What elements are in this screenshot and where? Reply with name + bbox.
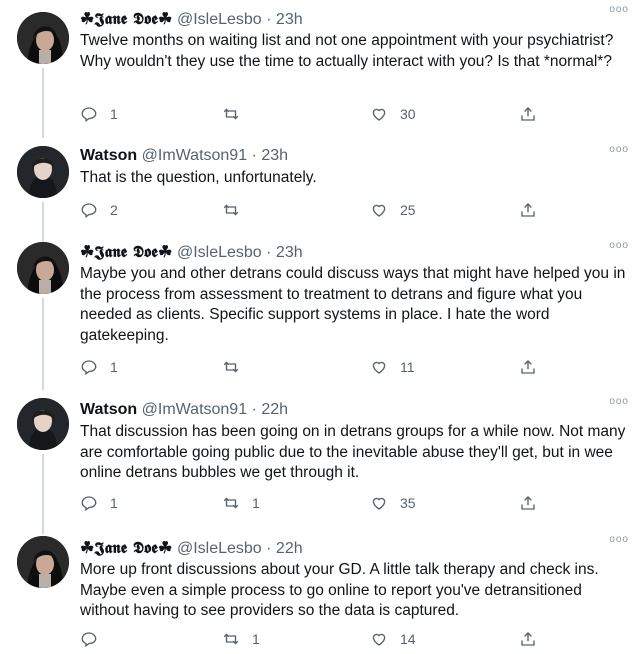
avatar[interactable] bbox=[17, 146, 69, 198]
share-icon bbox=[521, 360, 535, 374]
like-icon bbox=[372, 361, 386, 374]
display-name[interactable]: Watson bbox=[80, 401, 137, 418]
more-icon[interactable]: ooo bbox=[609, 240, 629, 251]
reply-icon bbox=[81, 632, 97, 648]
tweet-3[interactable]: ☘𝕵𝖆𝖓𝖊 𝕯𝖔𝖊☘ @IsleLesbo · 23h ooo Maybe yo… bbox=[0, 236, 643, 390]
timestamp[interactable]: · 23h bbox=[266, 244, 302, 261]
timestamp[interactable]: · 23h bbox=[266, 11, 302, 28]
tweet-actions: 1 30 bbox=[80, 103, 540, 125]
like-count: 14 bbox=[400, 631, 416, 647]
avatar[interactable] bbox=[17, 536, 69, 588]
display-name[interactable]: ☘𝕵𝖆𝖓𝖊 𝕯𝖔𝖊☘ bbox=[80, 9, 173, 28]
share-icon bbox=[521, 632, 535, 646]
timestamp[interactable]: · 22h bbox=[266, 540, 302, 557]
reply-count: 1 bbox=[110, 359, 118, 375]
like-icon bbox=[372, 497, 386, 510]
reply-icon bbox=[81, 203, 97, 219]
retweet-icon bbox=[223, 204, 239, 216]
tweet-text: More up front discussions about your GD.… bbox=[80, 561, 599, 619]
thread-line bbox=[42, 298, 44, 390]
retweet-icon bbox=[223, 497, 239, 509]
reply-button[interactable]: 1 bbox=[80, 356, 118, 378]
more-icon[interactable]: ooo bbox=[609, 396, 629, 407]
handle[interactable]: @ImWatson91 bbox=[142, 147, 247, 164]
retweet-icon bbox=[223, 108, 239, 120]
reply-button[interactable] bbox=[80, 628, 110, 650]
tweet-text: That is the question, unfortunately. bbox=[80, 169, 317, 186]
thread-line bbox=[42, 68, 44, 134]
share-button[interactable] bbox=[519, 356, 537, 378]
avatar[interactable] bbox=[17, 242, 69, 294]
tweet-text: That discussion has been going on in det… bbox=[80, 423, 626, 481]
reply-icon bbox=[81, 107, 97, 123]
tweet-1[interactable]: ☘𝕵𝖆𝖓𝖊 𝕯𝖔𝖊☘ @IsleLesbo · 23h ooo Twelve m… bbox=[0, 0, 643, 134]
more-icon[interactable]: ooo bbox=[609, 4, 629, 15]
retweet-icon bbox=[223, 633, 239, 645]
share-button[interactable] bbox=[519, 628, 537, 650]
avatar[interactable] bbox=[17, 398, 69, 450]
reply-button[interactable]: 1 bbox=[80, 492, 118, 514]
tweet-2[interactable]: Watson @ImWatson91 · 23h ooo That is the… bbox=[0, 132, 643, 248]
reply-icon bbox=[81, 496, 97, 512]
reply-button[interactable]: 1 bbox=[80, 103, 118, 125]
handle[interactable]: @IsleLesbo bbox=[177, 244, 262, 261]
display-name[interactable]: ☘𝕵𝖆𝖓𝖊 𝕯𝖔𝖊☘ bbox=[80, 538, 173, 557]
retweet-button[interactable] bbox=[222, 103, 252, 125]
handle[interactable]: @IsleLesbo bbox=[177, 11, 262, 28]
display-name[interactable]: Watson bbox=[80, 147, 137, 164]
tweet-actions: 1 11 bbox=[80, 356, 540, 378]
like-button[interactable]: 11 bbox=[370, 356, 415, 378]
share-icon bbox=[521, 203, 535, 217]
retweet-count: 1 bbox=[252, 495, 260, 511]
like-count: 35 bbox=[400, 495, 416, 511]
tweet-actions: 1 14 bbox=[80, 628, 540, 650]
share-button[interactable] bbox=[519, 492, 537, 514]
like-button[interactable]: 30 bbox=[370, 103, 416, 125]
like-icon bbox=[372, 204, 386, 217]
reply-count: 1 bbox=[110, 106, 118, 122]
timestamp[interactable]: · 22h bbox=[252, 401, 288, 418]
retweet-button[interactable]: 1 bbox=[222, 628, 260, 650]
retweet-button[interactable] bbox=[222, 356, 252, 378]
tweet-text: Maybe you and other detrans could discus… bbox=[80, 265, 626, 344]
like-icon bbox=[372, 108, 386, 121]
retweet-button[interactable]: 1 bbox=[222, 492, 260, 514]
share-button[interactable] bbox=[519, 103, 537, 125]
more-icon[interactable]: ooo bbox=[609, 144, 629, 155]
handle[interactable]: @IsleLesbo bbox=[177, 540, 262, 557]
retweet-count: 1 bbox=[252, 631, 260, 647]
handle[interactable]: @ImWatson91 bbox=[142, 401, 247, 418]
timestamp[interactable]: · 23h bbox=[252, 147, 288, 164]
avatar[interactable] bbox=[17, 12, 69, 64]
retweet-icon bbox=[223, 361, 239, 373]
tweet-text: Twelve months on waiting list and not on… bbox=[80, 32, 614, 70]
like-count: 30 bbox=[400, 106, 416, 122]
more-icon[interactable]: ooo bbox=[609, 534, 629, 545]
share-icon bbox=[521, 107, 535, 121]
share-icon bbox=[521, 496, 535, 510]
like-count: 25 bbox=[400, 202, 416, 218]
like-button[interactable]: 14 bbox=[370, 628, 416, 650]
display-name[interactable]: ☘𝕵𝖆𝖓𝖊 𝕯𝖔𝖊☘ bbox=[80, 242, 173, 261]
tweet-actions: 1 1 35 bbox=[80, 492, 540, 514]
reply-button[interactable]: 2 bbox=[80, 199, 118, 221]
tweet-4[interactable]: Watson @ImWatson91 · 22h ooo That discus… bbox=[0, 392, 643, 534]
like-count: 11 bbox=[400, 359, 415, 375]
retweet-button[interactable] bbox=[222, 199, 252, 221]
share-button[interactable] bbox=[519, 199, 537, 221]
thread-line bbox=[42, 454, 44, 534]
tweet-5[interactable]: ☘𝕵𝖆𝖓𝖊 𝕯𝖔𝖊☘ @IsleLesbo · 22h ooo More up … bbox=[0, 530, 643, 654]
like-button[interactable]: 35 bbox=[370, 492, 416, 514]
like-button[interactable]: 25 bbox=[370, 199, 416, 221]
thread-line bbox=[42, 132, 44, 138]
tweet-actions: 2 25 bbox=[80, 199, 540, 221]
reply-count: 2 bbox=[110, 202, 118, 218]
reply-icon bbox=[81, 360, 97, 376]
like-icon bbox=[372, 633, 386, 646]
reply-count: 1 bbox=[110, 495, 118, 511]
